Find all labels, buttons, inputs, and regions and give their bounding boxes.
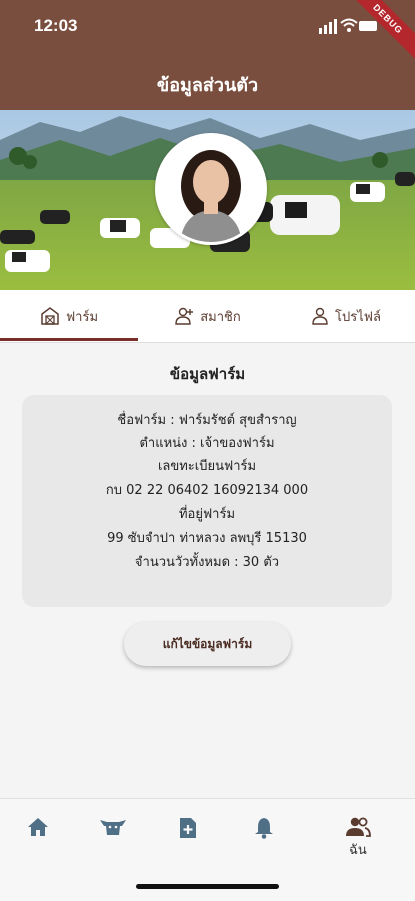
edit-farm-button[interactable]: แก้ไขข้อมูลฟาร์ม <box>124 622 291 666</box>
barn-icon <box>41 307 59 325</box>
farm-address-label: ที่อยู่ฟาร์ม <box>178 507 236 522</box>
tab-members[interactable]: สมาชิก <box>138 290 277 342</box>
profile-photo <box>158 136 264 242</box>
tab-farm-label: ฟาร์ม <box>65 309 99 325</box>
bell-icon <box>255 818 273 839</box>
status-time: 12:03 <box>34 16 78 35</box>
add-person-icon <box>175 307 194 325</box>
farm-address: 99 ซับจำปา ท่าหลวง ลพบุรี 15130 <box>107 531 307 546</box>
farm-registration-label: เลขทะเบียนฟาร์ม <box>157 459 257 474</box>
nav-cows[interactable] <box>93 817 133 841</box>
status-icons <box>319 18 377 34</box>
farm-registration-number: กบ 02 22 06402 16092134 000 <box>105 483 309 498</box>
tab-profile[interactable]: โปรไฟล์ <box>277 290 415 342</box>
tab-farm[interactable]: ฟาร์ม <box>0 290 138 342</box>
avatar[interactable] <box>155 133 267 245</box>
page-title: ข้อมูลส่วนตัว <box>156 75 259 96</box>
person-icon <box>312 307 328 325</box>
tab-profile-label: โปรไฟล์ <box>335 309 381 325</box>
section-title: ข้อมูลฟาร์ม <box>169 365 246 383</box>
group-icon <box>346 817 371 837</box>
nav-add-record[interactable] <box>168 817 208 841</box>
battery-icon <box>359 21 377 31</box>
farm-name: ชื่อฟาร์ม : ฟาร์มรัชต์ สุขสำราญ <box>117 413 297 428</box>
wifi-icon <box>340 18 358 27</box>
farm-info-card: ชื่อฟาร์ม : ฟาร์มรัชต์ สุขสำราญ ตำแหน่ง … <box>22 395 392 607</box>
farm-cow-count: จำนวนวัวทั้งหมด : 30 ตัว <box>134 555 280 570</box>
active-tab-indicator <box>0 338 138 341</box>
home-icon <box>28 818 48 836</box>
cow-icon <box>100 820 126 835</box>
tab-members-label: สมาชิก <box>200 309 241 325</box>
nav-home[interactable] <box>18 817 58 841</box>
farm-position: ตำแหน่ง : เจ้าของฟาร์ม <box>139 436 275 451</box>
nav-me[interactable] <box>338 817 378 841</box>
add-document-icon <box>180 818 196 838</box>
tab-bar: ฟาร์ม สมาชิก โปรไฟล์ <box>0 290 415 343</box>
home-indicator <box>136 884 279 889</box>
nav-notifications[interactable] <box>244 817 284 841</box>
app-bar: 12:03 DEBUG ข้อมูลส่วนตัว <box>0 0 415 110</box>
signal-icon <box>319 19 337 34</box>
nav-me-label: ฉัน <box>349 843 367 858</box>
